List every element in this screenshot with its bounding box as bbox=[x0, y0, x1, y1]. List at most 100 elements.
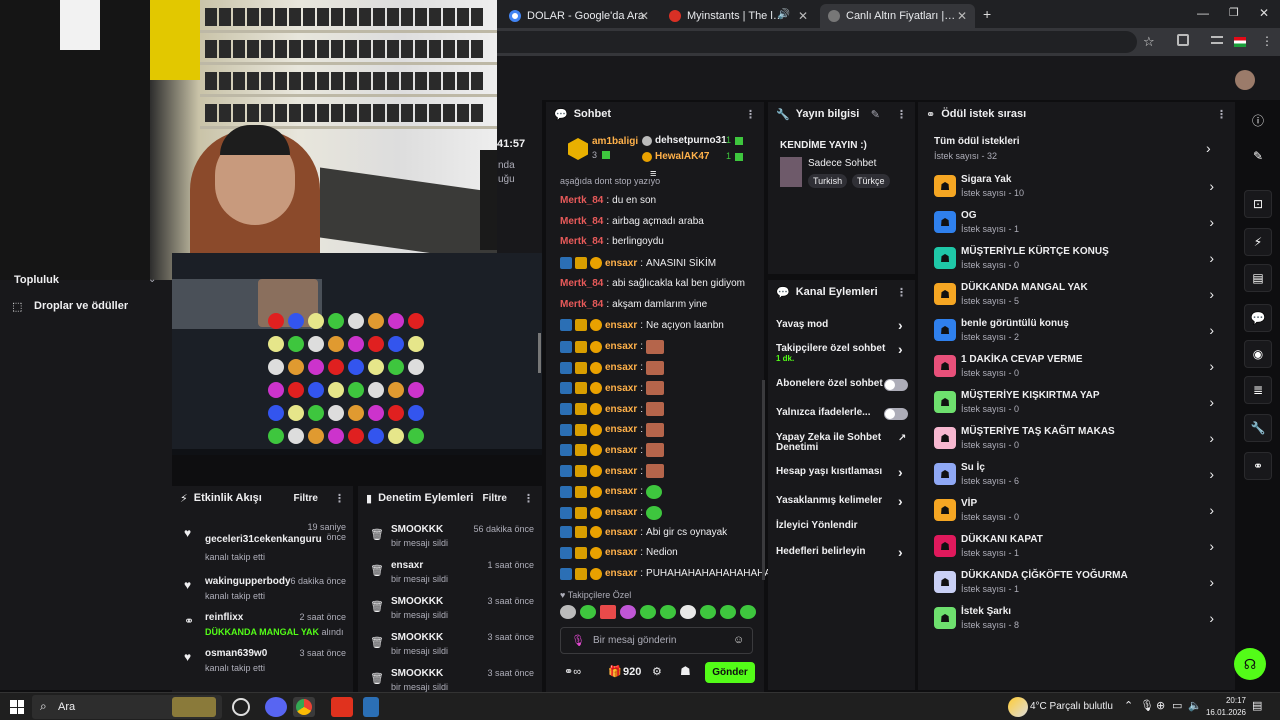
bot-icon[interactable]: ☗ bbox=[680, 664, 691, 678]
close-icon[interactable]: ✕ bbox=[957, 9, 967, 23]
chat-scrollbar[interactable] bbox=[762, 380, 765, 580]
discord-icon[interactable] bbox=[265, 697, 287, 717]
chat-username[interactable]: ensaxr bbox=[605, 568, 637, 579]
channel-action-item[interactable]: Hedefleri belirleyin › bbox=[776, 545, 908, 559]
chat-username[interactable]: ensaxr bbox=[605, 424, 637, 435]
reward-item[interactable]: ☗ VİP İstek sayısı - 0 › bbox=[934, 496, 1224, 532]
emote-icon[interactable] bbox=[620, 605, 636, 619]
filter-button[interactable]: Filtre bbox=[483, 493, 507, 504]
chat-username[interactable]: ensaxr bbox=[605, 258, 637, 269]
taskbar-app-icon[interactable] bbox=[232, 698, 250, 716]
network-icon[interactable]: ▭ bbox=[1172, 699, 1182, 712]
activity-username[interactable]: reinflixx bbox=[205, 612, 243, 623]
moderator-name[interactable]: SMOOKKK bbox=[391, 596, 443, 607]
channel-action-item[interactable]: İzleyici Yönlendir bbox=[776, 521, 908, 531]
activity-username[interactable]: geceleri31cekenkanguru bbox=[205, 534, 322, 545]
reward-item[interactable]: ☗ MÜŞTERİYE KIŞKIRTMA YAP İstek sayısı - 0… bbox=[934, 388, 1224, 424]
emote-icon[interactable] bbox=[580, 605, 596, 619]
close-icon[interactable]: ✕ bbox=[639, 9, 649, 23]
menu-icon[interactable]: ⋮ bbox=[523, 492, 534, 505]
emoji-icon[interactable]: ☺ bbox=[733, 634, 744, 646]
reward-item[interactable]: ☗ İstek Şarkı İstek sayısı - 8 › bbox=[934, 604, 1224, 640]
emote-icon[interactable] bbox=[680, 605, 696, 619]
tab-myinstants[interactable]: Myinstants | The largest ins 🔊 ✕ bbox=[661, 4, 816, 28]
chevron-right-icon[interactable]: › bbox=[1206, 140, 1211, 156]
chevron-up-icon[interactable]: ⌃ bbox=[1124, 699, 1133, 712]
emote-icon[interactable] bbox=[700, 605, 716, 619]
emote-icon[interactable] bbox=[720, 605, 736, 619]
chat-icon[interactable]: 💬 bbox=[1244, 304, 1272, 332]
moderation-item[interactable]: 🗑 SMOOKKK bir mesajı sildi 3 saat önce bbox=[368, 632, 536, 662]
reward-item[interactable]: ☗ DÜKKANI KAPAT İstek sayısı - 1 › bbox=[934, 532, 1224, 568]
menu-icon[interactable]: ⋮ bbox=[896, 108, 907, 121]
chat-username[interactable]: Mertk_84 bbox=[560, 236, 603, 247]
channel-action-item[interactable]: Yavaş mod › bbox=[776, 318, 908, 332]
chat-username[interactable]: Mertk_84 bbox=[560, 216, 603, 227]
stack-icon[interactable]: ≣ bbox=[1244, 376, 1272, 404]
reward-item[interactable]: ☗ Sigara Yak İstek sayısı - 10 › bbox=[934, 172, 1224, 208]
activity-username[interactable]: osman639w0 bbox=[205, 648, 267, 659]
emote-icon[interactable] bbox=[640, 605, 656, 619]
notification-icon[interactable]: ▤ bbox=[1252, 699, 1262, 712]
chat-username[interactable]: ensaxr bbox=[605, 445, 637, 456]
reward-item[interactable]: ☗ benle görüntülü konuş İstek sayısı - 2 › bbox=[934, 316, 1224, 352]
chat-username[interactable]: ensaxr bbox=[605, 362, 637, 373]
reward-item[interactable]: ☗ MÜŞTERİYE TAŞ KAĞIT MAKAS İstek sayısı -… bbox=[934, 424, 1224, 460]
address-bar[interactable]: ☆ ⋮ bbox=[497, 28, 1280, 56]
channel-action-item[interactable]: Takipçilere özel sohbet 1 dk. › bbox=[776, 342, 908, 363]
close-icon[interactable]: ✕ bbox=[798, 9, 808, 23]
moderation-item[interactable]: 🗑 SMOOKKK bir mesajı sildi 56 dakika önce bbox=[368, 524, 536, 554]
extensions-icon[interactable] bbox=[1177, 34, 1189, 46]
windows-start-icon[interactable] bbox=[10, 700, 24, 714]
edit-pencil-icon[interactable]: ✎ bbox=[871, 108, 880, 121]
send-button[interactable]: Gönder bbox=[705, 662, 755, 683]
activity-item[interactable]: ♥ geceleri31cekenkanguru kanalı takip etti… bbox=[180, 522, 348, 562]
broadcast-icon[interactable]: ◉ bbox=[1244, 340, 1272, 368]
chat-username[interactable]: ensaxr bbox=[605, 547, 637, 558]
edit-pencil-icon[interactable]: ✎ bbox=[1244, 142, 1272, 170]
tab-altin[interactable]: Canlı Altın Fiyatları | Harem Altı ✕ bbox=[820, 4, 975, 28]
moderator-name[interactable]: ensaxr bbox=[391, 560, 423, 571]
chat-username[interactable]: ensaxr bbox=[605, 466, 637, 477]
profile-flag-icon[interactable] bbox=[1234, 37, 1246, 47]
chat-username[interactable]: ensaxr bbox=[605, 404, 637, 415]
activity-item[interactable]: ⚭ reinflixx DÜKKANDA MANGAL YAK alındı 2 sa… bbox=[180, 612, 348, 646]
reward-item[interactable]: ☗ MÜŞTERİYLE KÜRTÇE KONUŞ İstek sayısı - 0… bbox=[934, 244, 1224, 280]
reward-item[interactable]: ☗ 1 DAKİKA CEVAP VERME İstek sayısı - 0 › bbox=[934, 352, 1224, 388]
channel-action-item[interactable]: Yalnızca ifadelerle... bbox=[776, 408, 908, 420]
chat-username[interactable]: Mertk_84 bbox=[560, 278, 603, 289]
channel-action-item[interactable]: Hesap yaşı kısıtlaması › bbox=[776, 465, 908, 479]
tag-chip[interactable]: Turkish bbox=[808, 174, 848, 188]
chat-username[interactable]: ensaxr bbox=[605, 527, 637, 538]
support-headset-icon[interactable]: ☊ bbox=[1234, 648, 1266, 680]
activity-item[interactable]: ♥ wakingupperbody kanalı takip etti 6 dakik… bbox=[180, 576, 348, 610]
reading-list-icon[interactable] bbox=[1211, 36, 1223, 44]
chevron-down-icon[interactable]: ⌄ bbox=[148, 274, 156, 285]
moderator-name[interactable]: SMOOKKK bbox=[391, 524, 443, 535]
bookmark-star-icon[interactable]: ☆ bbox=[1143, 34, 1155, 50]
microphone-icon[interactable]: 🎙 bbox=[1140, 699, 1154, 712]
moderation-item[interactable]: 🗑 ensaxr bir mesajı sildi 1 saat önce bbox=[368, 560, 536, 590]
reward-icon[interactable]: ⚭ bbox=[1244, 452, 1272, 480]
wrench-icon[interactable]: 🔧 bbox=[1244, 414, 1272, 442]
channel-points-icon[interactable]: ⚭∞ bbox=[564, 665, 581, 678]
channel-action-item[interactable]: Abonelere özel sohbet bbox=[776, 379, 908, 391]
document-icon[interactable]: ▤ bbox=[1244, 264, 1272, 292]
avatar[interactable] bbox=[1235, 70, 1255, 90]
chat-username[interactable]: ensaxr bbox=[605, 320, 637, 331]
toggle-switch[interactable] bbox=[884, 408, 908, 420]
moderator-name[interactable]: SMOOKKK bbox=[391, 668, 443, 679]
chat-username[interactable]: ensaxr bbox=[605, 507, 637, 518]
moderator-name[interactable]: SMOOKKK bbox=[391, 632, 443, 643]
emote-icon[interactable] bbox=[560, 605, 576, 619]
chat-username[interactable]: ensaxr bbox=[605, 383, 637, 394]
obs-icon[interactable] bbox=[331, 697, 353, 717]
taskbar-search[interactable]: ⌕ Ara bbox=[32, 695, 222, 719]
lightning-icon[interactable]: ⚡ bbox=[1244, 228, 1272, 256]
reward-item[interactable]: ☗ DÜKKANDA MANGAL YAK İstek sayısı - 5 › bbox=[934, 280, 1224, 316]
calculator-icon[interactable] bbox=[363, 697, 379, 717]
sidebar-item-topluluk[interactable]: Topluluk bbox=[14, 274, 59, 286]
settings-gear-icon[interactable]: ⚙ bbox=[652, 665, 662, 678]
reward-item[interactable]: ☗ Su İç İstek sayısı - 6 › bbox=[934, 460, 1224, 496]
channel-action-item[interactable]: Yasaklanmış kelimeler › bbox=[776, 494, 908, 508]
